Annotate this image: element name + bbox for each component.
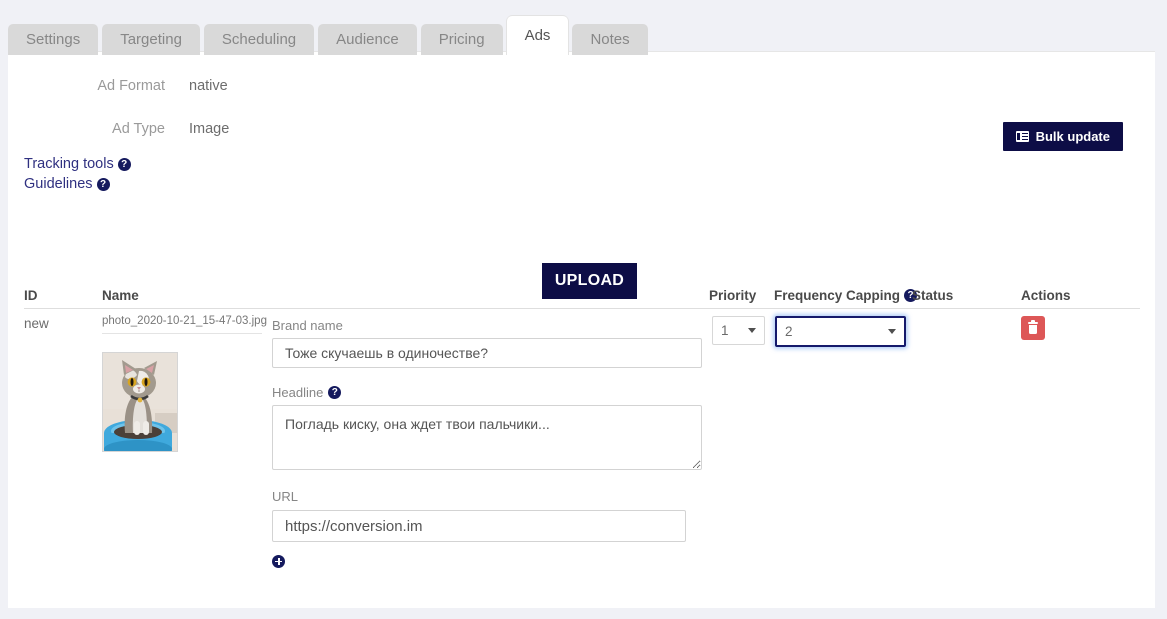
plus-circle-icon[interactable] [272,555,285,568]
tab-label: Pricing [438,31,485,48]
tab-label: Audience [336,31,399,48]
delete-ad-button[interactable] [1021,316,1045,340]
column-header-name: Name [102,288,139,303]
help-icon[interactable]: ? [117,158,131,171]
tab-label: Settings [26,31,81,48]
brand-name-label: Brand name [272,318,343,333]
ad-format-label: Ad Format [97,78,165,94]
tab-notes[interactable]: Notes [572,24,648,55]
tracking-tools-label: Tracking tools [24,156,114,172]
headline-label: Headline ? [272,385,342,400]
brand-name-label-text: Brand name [272,318,343,333]
tab-bar: Settings Targeting Scheduling Audience P… [8,12,648,55]
tab-audience[interactable]: Audience [318,24,417,55]
ad-type-row: Ad Type Image [8,121,229,137]
bulk-update-button[interactable]: Bulk update [1002,122,1123,151]
tab-label: Notes [590,31,630,48]
help-icon[interactable]: ? [96,178,110,191]
ad-filename: photo_2020-10-21_15-47-03.jpg [102,315,267,334]
column-header-actions: Actions [1021,288,1071,303]
tab-label: Scheduling [221,31,297,48]
ad-format-row: Ad Format native [8,78,228,94]
tab-label: Ads [524,27,551,44]
ad-type-value: Image [189,121,230,137]
url-input[interactable] [272,510,686,542]
headline-textarea[interactable]: Погладь киску, она ждет твои пальчики... [272,405,702,470]
column-header-frequency-capping: Frequency Capping ? [774,288,918,303]
column-header-priority: Priority [709,288,757,303]
cat-photo [103,353,177,451]
tab-label: Targeting [120,31,182,48]
ad-row-id: new [24,316,49,331]
ads-table-header: ID Name Priority Frequency Capping ? Sta… [24,287,1140,309]
ad-thumbnail[interactable] [102,352,178,452]
frequency-capping-label: Frequency Capping [774,288,901,303]
url-label-text: URL [272,489,299,504]
list-icon [1015,131,1029,142]
help-icon[interactable]: ? [328,386,342,399]
url-label: URL [272,489,298,504]
trash-icon [1028,320,1039,334]
guidelines-label: Guidelines [24,176,93,192]
ad-format-value: native [189,78,228,94]
guidelines-link[interactable]: Guidelines ? [24,175,110,194]
help-links: Tracking tools ? Guidelines ? [24,154,131,194]
headline-label-text: Headline [272,385,324,400]
tab-ads[interactable]: Ads [506,16,569,55]
ad-type-label: Ad Type [112,121,165,137]
brand-name-input[interactable] [272,338,702,368]
column-header-id: ID [24,288,38,303]
tracking-tools-link[interactable]: Tracking tools ? [24,155,131,174]
tab-scheduling[interactable]: Scheduling [203,24,315,55]
tab-pricing[interactable]: Pricing [420,24,503,55]
tab-settings[interactable]: Settings [8,24,99,55]
tab-targeting[interactable]: Targeting [102,24,200,55]
frequency-capping-select[interactable]: 12345 [775,316,906,347]
bulk-update-label: Bulk update [1035,129,1110,144]
priority-select[interactable]: 12345 [712,316,765,345]
column-header-status: Status [912,288,954,303]
